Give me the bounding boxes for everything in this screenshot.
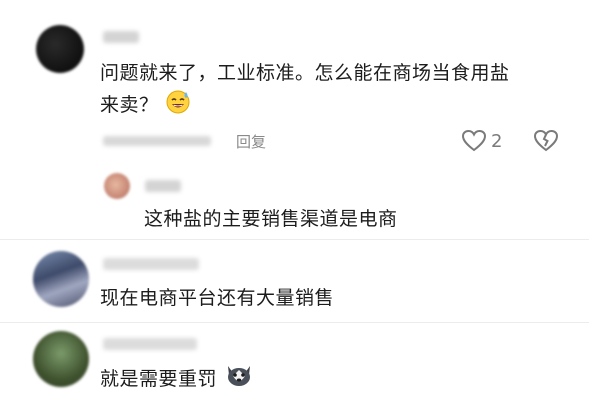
reply-button[interactable]: 回复 [236,131,266,152]
comment-text: 现在电商平台还有大量销售 [100,287,335,309]
comment-text: 就是需要重罚 [100,362,254,397]
comment-item: 就是需要重罚 [0,323,589,405]
husky-dog-emoji-icon [224,362,254,397]
dislike-button[interactable] [533,129,559,153]
comment-text: 问题就来了，工业标准。怎么能在商场当食用盐 来卖？ [100,58,570,123]
comment-item: 现在电商平台还有大量销售 [0,240,589,322]
comment-item: 问题就来了，工业标准。怎么能在商场当食用盐 来卖？ 回复 2 这种盐的主要销售渠… [0,0,589,240]
username[interactable] [103,338,197,350]
reply-username[interactable] [145,180,181,192]
reply-text: 这种盐的主要销售渠道是电商 [144,208,398,230]
avatar[interactable] [33,331,89,387]
comment-time-location [103,136,211,146]
heart-icon [461,129,487,153]
reply-avatar[interactable] [104,173,130,199]
comment-text-body: 就是需要重罚 [100,368,218,390]
username[interactable] [103,31,139,43]
comment-text-line2: 来卖？ [100,94,159,116]
avatar[interactable] [36,25,84,73]
like-button[interactable]: 2 [461,129,502,153]
username[interactable] [103,258,199,270]
sweat-smile-emoji-icon [165,88,191,123]
like-count: 2 [491,130,503,152]
comment-text-line1: 问题就来了，工业标准。怎么能在商场当食用盐 [100,62,510,84]
avatar[interactable] [33,251,89,307]
broken-heart-icon [533,129,559,153]
